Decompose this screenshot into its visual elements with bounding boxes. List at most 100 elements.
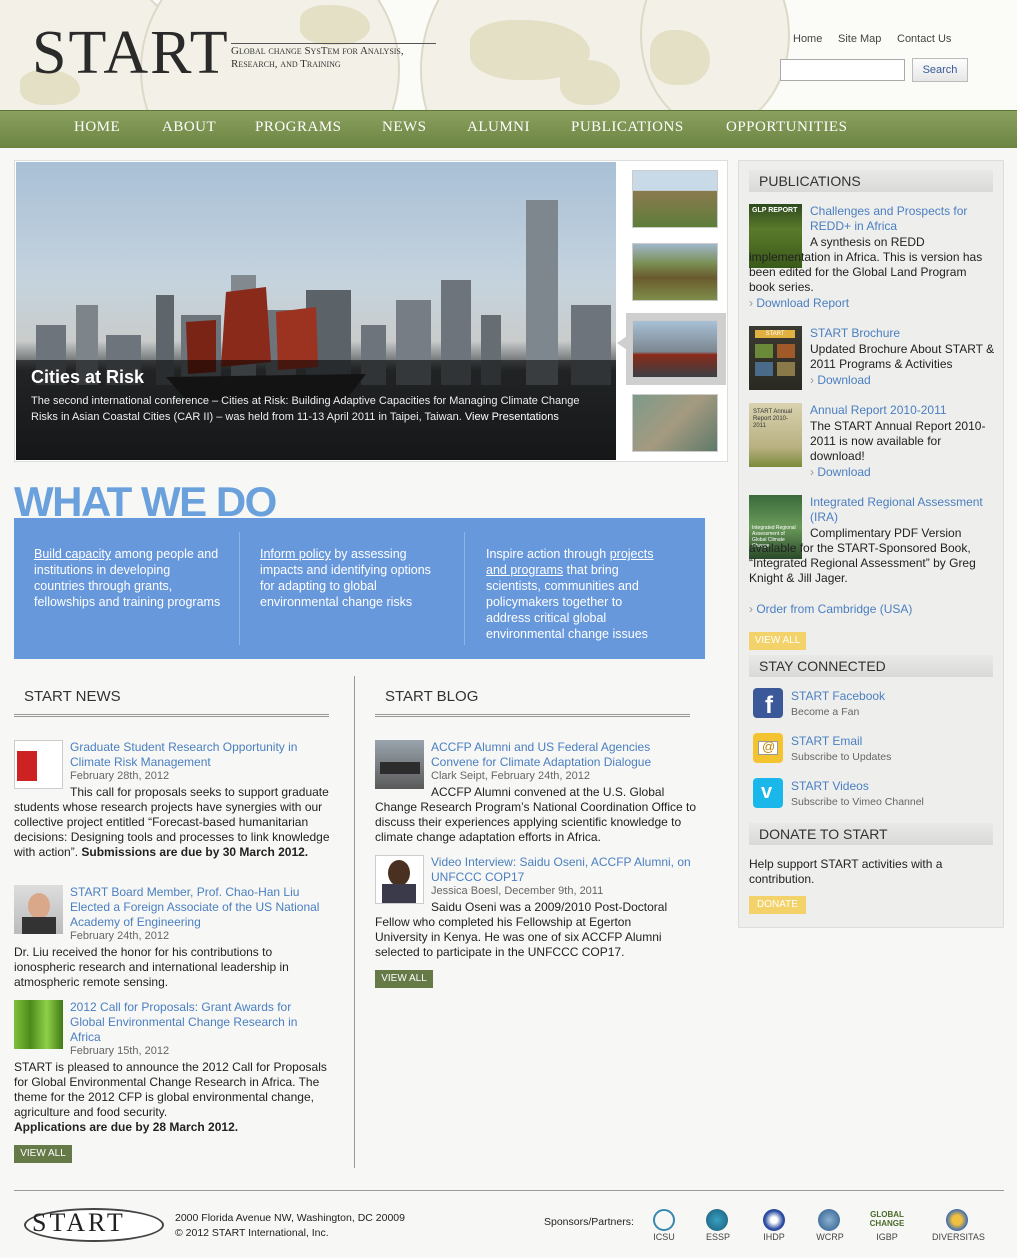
site-logo[interactable]: START [32,22,230,84]
facebook-icon[interactable]: f [753,688,783,719]
blog-item-title[interactable]: Video Interview: Saidu Oseni, ACCFP Alum… [431,855,701,885]
hero-title[interactable]: Cities at Risk [31,367,144,388]
active-thumb-pointer [617,336,627,350]
blog-view-all-button[interactable]: VIEW ALL [375,970,433,988]
pub-description: The START Annual Report 2010-2011 is now… [810,419,986,463]
news-item-date: February 15th, 2012 [70,1045,170,1057]
blog-item-meta: Clark Seipt, February 24th, 2012 [431,770,590,782]
news-item-body: START is pleased to announce the 2012 Ca… [14,1060,334,1135]
news-item-deadline: Submissions are due by 30 March 2012. [81,845,309,859]
pub-title[interactable]: Challenges and Prospects for REDD+ in Af… [810,204,990,234]
sponsors-label: Sponsors/Partners: [544,1216,634,1228]
tagline-line-1: Global change SysTem for Analysis, [231,45,404,57]
blog-thumb-1[interactable] [375,740,424,789]
blog-item-title[interactable]: ACCFP Alumni and US Federal Agencies Con… [431,740,676,770]
diversitas-logo-icon[interactable] [946,1209,968,1231]
top-link-site-map[interactable]: Site Map [838,33,881,45]
sponsor-icsu[interactable]: ICSU [639,1232,689,1242]
nav-programs[interactable]: PROGRAMS [255,119,342,136]
slide-thumb-4[interactable] [632,394,718,452]
nav-publications[interactable]: PUBLICATIONS [571,119,684,136]
pub-title[interactable]: START Brochure [810,326,900,341]
hero-text: The second international conference – Ci… [31,393,603,425]
social-email-link[interactable]: START Email [791,734,862,748]
top-link-contact-us[interactable]: Contact Us [897,33,951,45]
news-item-title[interactable]: Graduate Student Research Opportunity in… [70,740,320,770]
pub-cover-3[interactable]: START Annual Report 2010-2011 [749,403,802,467]
pub-link-label: Download [817,373,871,387]
footer-rule [14,1190,1004,1191]
pub-text: Complimentary PDF Version available for … [749,526,976,585]
wwd-text: Inspire action through [486,547,610,561]
sponsor-diversitas[interactable]: DIVERSITAS [932,1232,985,1242]
donate-text: Help support START activities with a con… [749,857,943,886]
news-thumb-1[interactable] [14,740,63,789]
social-vimeo-link[interactable]: START Videos [791,779,869,793]
blog-item-body: ACCFP Alumni convened at the U.S. Global… [375,785,700,845]
social-email-sub: Subscribe to Updates [791,751,892,763]
nav-opportunities[interactable]: OPPORTUNITIES [726,119,847,136]
sponsor-ihdp[interactable]: IHDP [749,1232,799,1242]
ihdp-logo-icon[interactable] [763,1209,785,1231]
social-facebook-link[interactable]: START Facebook [791,689,885,703]
pub-link[interactable]: › Order from Cambridge (USA) [749,602,912,617]
wwd-column-3: Inspire action through projects and prog… [486,546,666,642]
pub-link[interactable]: › Download [810,465,871,480]
news-section-title: START NEWS [24,688,121,705]
nav-home[interactable]: HOME [74,119,120,136]
news-item-title[interactable]: 2012 Call for Proposals: Grant Awards fo… [70,1000,315,1045]
nav-about[interactable]: ABOUT [162,119,216,136]
blog-title-rule [375,714,690,717]
footer-copyright: © 2012 START International, Inc. [175,1227,329,1239]
sponsor-essp[interactable]: ESSP [693,1232,743,1242]
news-thumb-2[interactable] [14,885,63,934]
news-item-title[interactable]: START Board Member, Prof. Chao-Han Liu E… [70,885,330,930]
pub-text: A synthesis on REDD implementation in Af… [749,235,983,294]
pub-cover-label: START [755,330,795,338]
pub-link[interactable]: › Download Report [749,296,849,311]
sponsor-wcrp[interactable]: WCRP [805,1232,855,1242]
essp-logo-icon[interactable] [706,1209,728,1231]
publications-view-all-button[interactable]: VIEW ALL [749,632,806,650]
search-button[interactable]: Search [912,58,968,82]
nav-news[interactable]: NEWS [382,119,427,136]
blog-item-text: ACCFP Alumni convened at the U.S. Global… [375,785,697,844]
nav-alumni[interactable]: ALUMNI [467,119,530,136]
slide-thumb-1[interactable] [632,170,718,228]
slide-thumb-3[interactable] [632,320,718,378]
blog-thumb-2[interactable] [375,855,424,904]
wwd-divider [464,532,465,645]
vimeo-icon[interactable]: v [753,778,783,808]
blog-item-text: Saidu Oseni was a 2009/2010 Post-Doctora… [375,900,668,959]
pub-link[interactable]: › Download [810,373,871,388]
icsu-logo-icon[interactable] [653,1209,675,1231]
build-capacity-link[interactable]: Build capacity [34,547,111,561]
donate-button[interactable]: DONATE [749,896,806,914]
pub-cover-label: GLP REPORT [752,207,798,214]
pub-cover-2[interactable]: START [749,326,802,390]
pub-title[interactable]: Integrated Regional Assessment (IRA) [810,495,995,525]
pub-link-label: Order from Cambridge (USA) [756,602,913,616]
top-link-home[interactable]: Home [793,33,822,45]
footer-logo: START [32,1208,126,1237]
slide-thumb-2[interactable] [632,243,718,301]
news-item-body: This call for proposals seeks to support… [14,785,334,860]
pub-link-label: Download [817,465,871,479]
view-presentations-link[interactable]: View Presentations [465,411,559,423]
news-thumb-3[interactable] [14,1000,63,1049]
tagline-line-2: Research, and Training [231,58,341,70]
pub-description: A synthesis on REDD implementation in Af… [749,235,993,295]
wcrp-logo-icon[interactable] [818,1209,840,1231]
pub-title[interactable]: Annual Report 2010-2011 [810,403,947,418]
wwd-column-2: Inform policy by assessing impacts and i… [260,546,445,610]
news-view-all-button[interactable]: VIEW ALL [14,1145,72,1163]
sponsor-igbp[interactable]: IGBP [862,1232,912,1242]
email-icon[interactable]: @ [753,733,783,763]
news-item-deadline: Applications are due by 28 March 2012. [14,1120,239,1134]
search-input[interactable] [780,59,905,81]
column-divider [354,676,355,1168]
tagline-divider [231,43,436,44]
inform-policy-link[interactable]: Inform policy [260,547,331,561]
social-vimeo-sub: Subscribe to Vimeo Channel [791,796,924,808]
igbp-logo-text[interactable]: GLOBAL CHANGE [866,1210,908,1228]
